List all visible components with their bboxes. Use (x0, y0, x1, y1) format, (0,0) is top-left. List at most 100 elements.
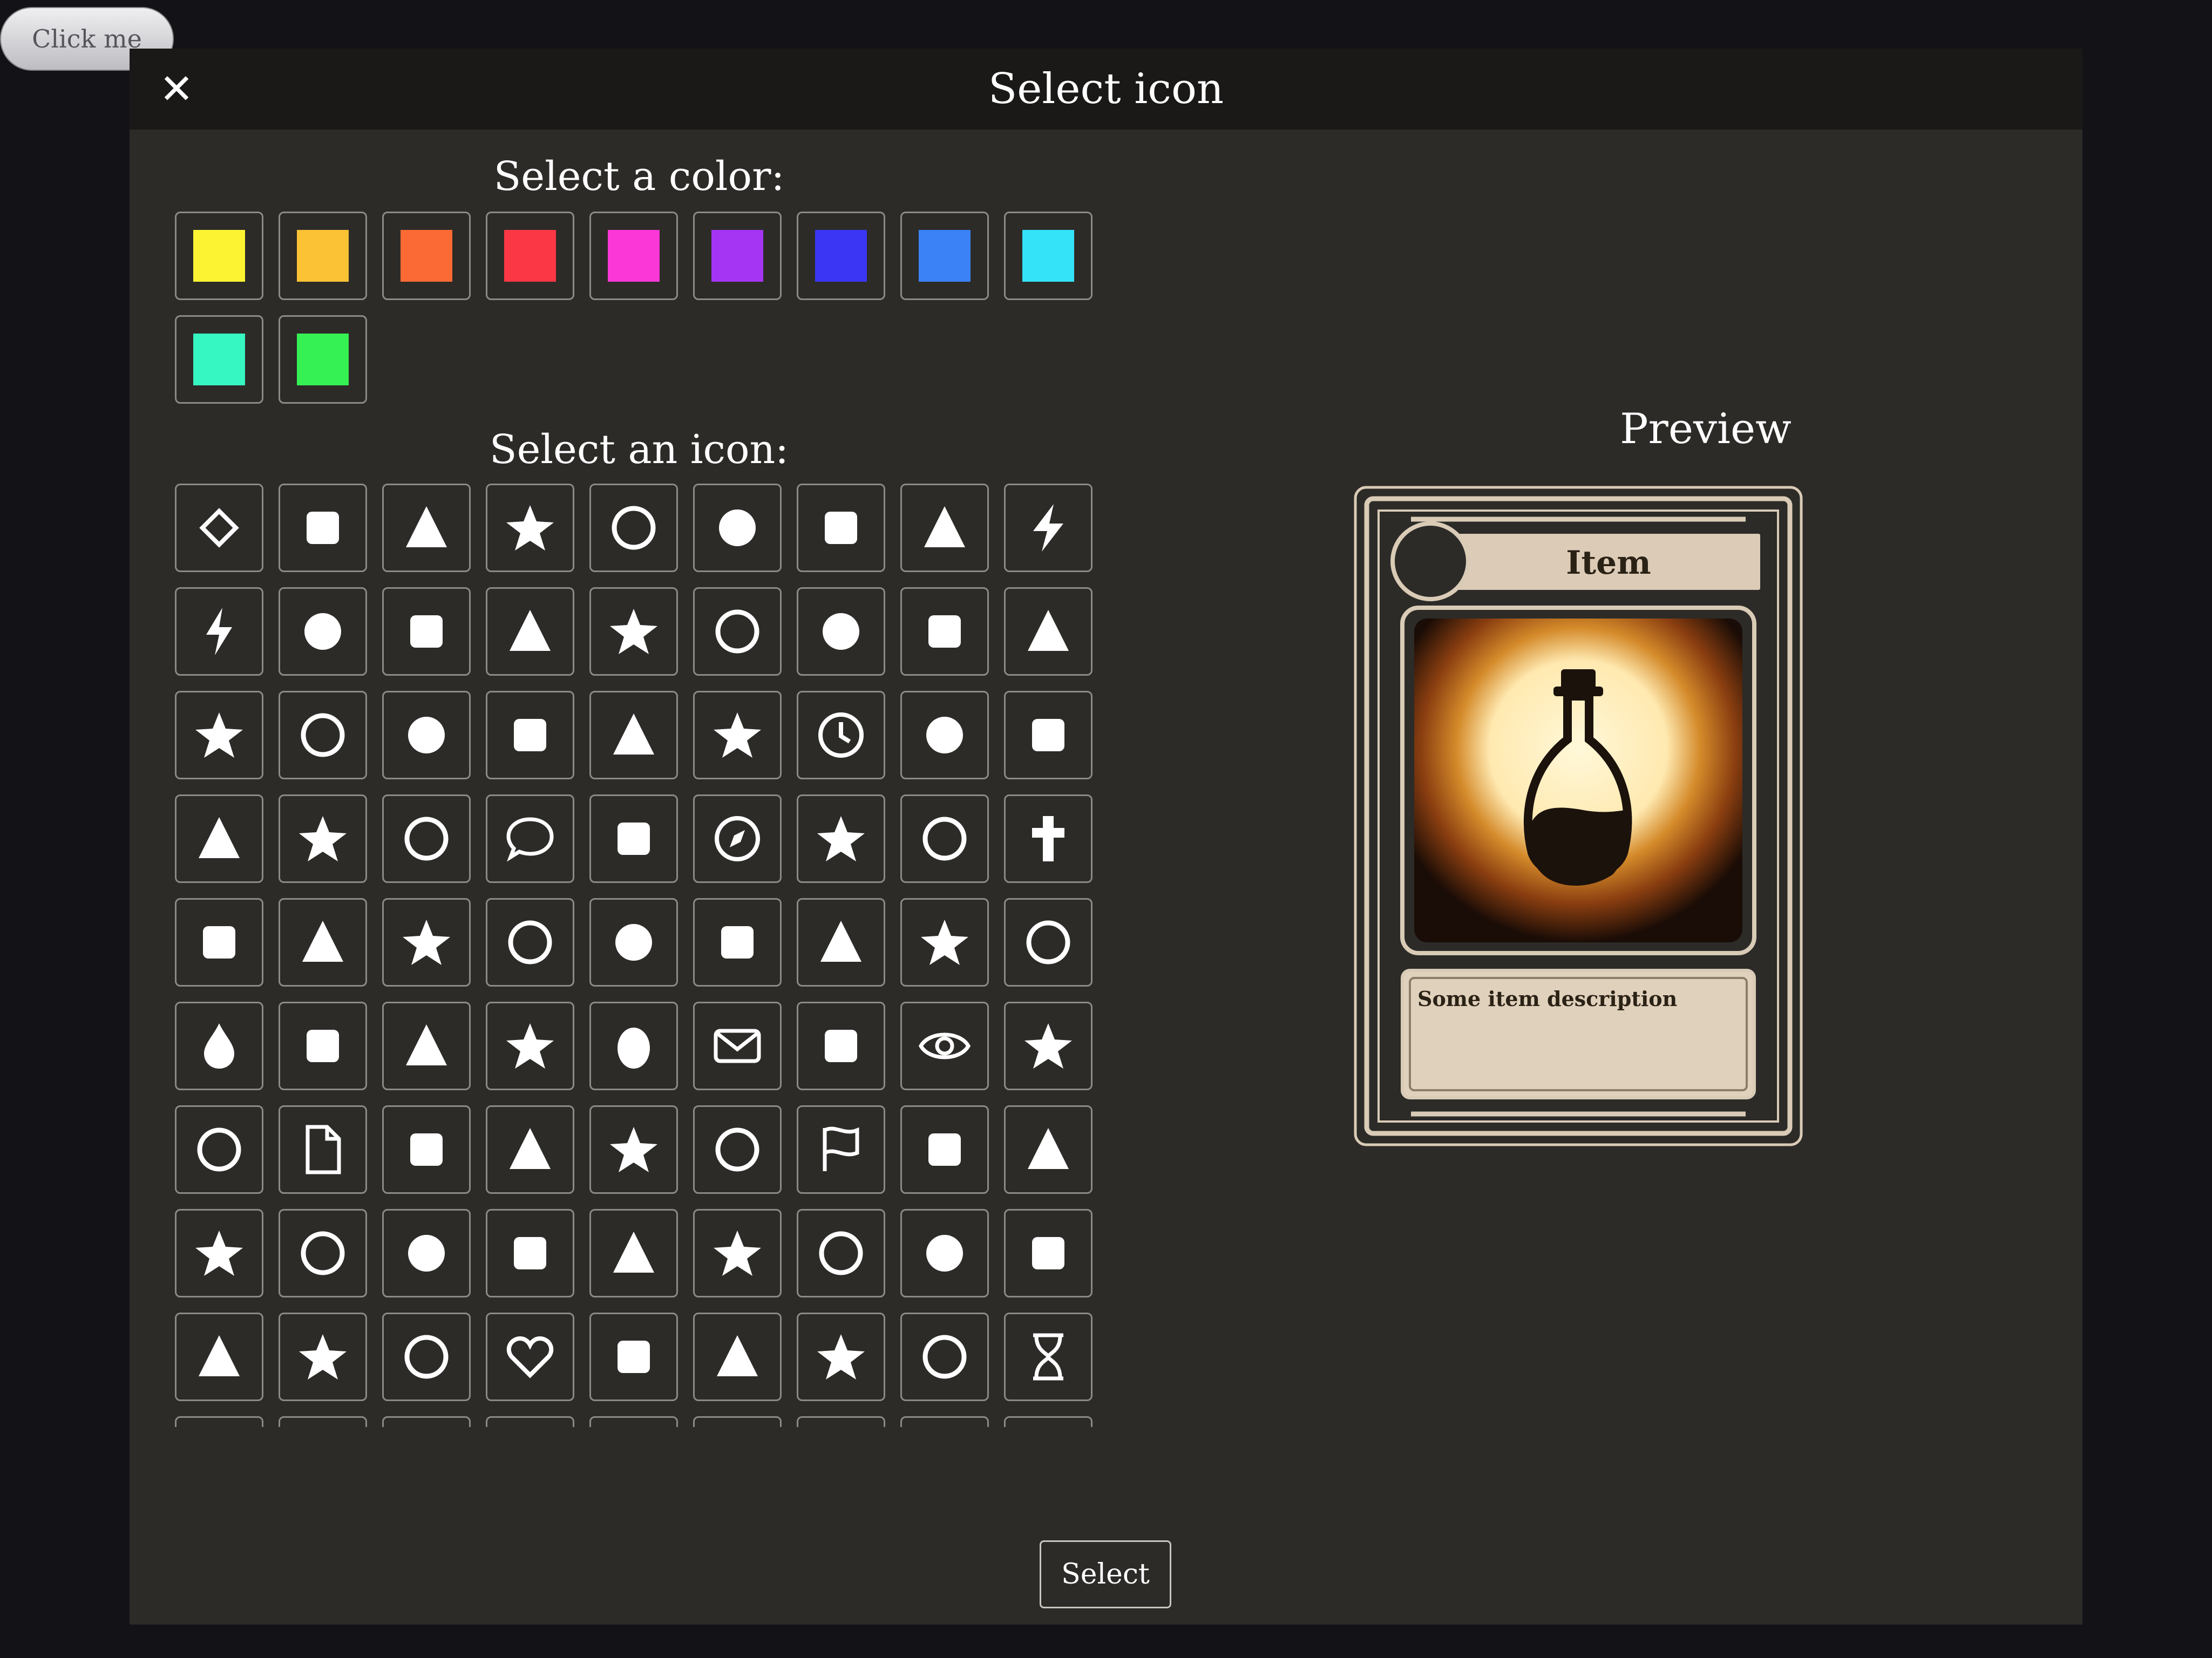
icon-option[interactable] (589, 484, 678, 572)
icon-option[interactable] (589, 794, 678, 883)
icon-option[interactable] (175, 1105, 263, 1194)
icon-option[interactable] (175, 484, 263, 572)
icon-option[interactable] (589, 691, 678, 779)
icon-option[interactable] (1004, 691, 1093, 779)
icon-option[interactable] (175, 1416, 263, 1427)
icon-option[interactable] (486, 1416, 574, 1427)
icon-option[interactable] (797, 794, 885, 883)
icon-option[interactable] (589, 1209, 678, 1297)
icon-option[interactable] (797, 898, 885, 987)
icon-option[interactable] (693, 691, 782, 779)
icon-option[interactable] (900, 1105, 989, 1194)
icon-option[interactable] (382, 587, 471, 676)
color-swatch[interactable] (175, 212, 263, 300)
icon-option[interactable] (175, 1002, 263, 1090)
icon-option[interactable] (900, 587, 989, 676)
icon-option[interactable] (279, 898, 367, 987)
icon-option[interactable] (382, 691, 471, 779)
color-swatch[interactable] (589, 212, 678, 300)
icon-option[interactable] (693, 484, 782, 572)
icon-option[interactable] (797, 1416, 885, 1427)
close-icon[interactable]: ✕ (152, 65, 201, 113)
icon-option[interactable] (589, 1105, 678, 1194)
icon-option[interactable] (693, 1416, 782, 1427)
icon-option[interactable] (589, 1002, 678, 1090)
icon-option[interactable] (175, 587, 263, 676)
icon-option[interactable] (382, 898, 471, 987)
color-swatch[interactable] (1004, 212, 1093, 300)
icon-option[interactable] (382, 484, 471, 572)
icon-option[interactable] (1004, 898, 1093, 987)
icon-option[interactable] (382, 1416, 471, 1427)
icon-option[interactable] (279, 587, 367, 676)
icon-option[interactable] (382, 1002, 471, 1090)
icon-option[interactable] (589, 898, 678, 987)
icon-option[interactable] (279, 1416, 367, 1427)
icon-option[interactable] (900, 1209, 989, 1297)
icon-option[interactable] (1004, 1313, 1093, 1401)
color-swatch[interactable] (900, 212, 989, 300)
icon-option[interactable] (797, 484, 885, 572)
icon-option[interactable] (900, 1416, 989, 1427)
icon-option[interactable] (1004, 1105, 1093, 1194)
icon-option[interactable] (279, 1313, 367, 1401)
icon-option[interactable] (1004, 794, 1093, 883)
icon-option[interactable] (486, 1209, 574, 1297)
icon-option[interactable] (486, 587, 574, 676)
icon-option[interactable] (693, 1313, 782, 1401)
color-swatch[interactable] (797, 212, 885, 300)
icon-option[interactable] (693, 1105, 782, 1194)
icon-option[interactable] (900, 1002, 989, 1090)
icon-grid[interactable] (175, 484, 1103, 1427)
icon-option[interactable] (382, 1313, 471, 1401)
icon-option[interactable] (693, 898, 782, 987)
icon-option[interactable] (382, 1105, 471, 1194)
icon-option[interactable] (900, 794, 989, 883)
icon-option[interactable] (175, 898, 263, 987)
icon-option[interactable] (486, 794, 574, 883)
icon-option[interactable] (279, 691, 367, 779)
icon-option[interactable] (486, 1105, 574, 1194)
icon-option[interactable] (279, 484, 367, 572)
icon-option[interactable] (589, 1416, 678, 1427)
icon-option[interactable] (1004, 1209, 1093, 1297)
icon-option[interactable] (693, 587, 782, 676)
icon-option[interactable] (900, 898, 989, 987)
color-swatch[interactable] (279, 315, 367, 404)
icon-option[interactable] (486, 1313, 574, 1401)
icon-option[interactable] (797, 1002, 885, 1090)
icon-option[interactable] (693, 794, 782, 883)
icon-option[interactable] (382, 1209, 471, 1297)
icon-option[interactable] (797, 1313, 885, 1401)
icon-option[interactable] (486, 484, 574, 572)
icon-option[interactable] (797, 587, 885, 676)
icon-option[interactable] (279, 1209, 367, 1297)
icon-option[interactable] (175, 1209, 263, 1297)
icon-option[interactable] (279, 1105, 367, 1194)
icon-option[interactable] (486, 1002, 574, 1090)
select-button[interactable]: Select (1040, 1540, 1171, 1608)
icon-option[interactable] (175, 794, 263, 883)
icon-option[interactable] (589, 1313, 678, 1401)
color-swatch[interactable] (279, 212, 367, 300)
icon-option[interactable] (693, 1209, 782, 1297)
icon-option[interactable] (486, 898, 574, 987)
icon-option[interactable] (1004, 484, 1093, 572)
icon-option[interactable] (279, 1002, 367, 1090)
icon-option[interactable] (693, 1002, 782, 1090)
color-swatch[interactable] (175, 315, 263, 404)
icon-option[interactable] (279, 794, 367, 883)
icon-option[interactable] (797, 1105, 885, 1194)
color-swatch[interactable] (382, 212, 471, 300)
icon-option[interactable] (382, 794, 471, 883)
icon-option[interactable] (900, 691, 989, 779)
icon-option[interactable] (1004, 1002, 1093, 1090)
icon-option[interactable] (589, 587, 678, 676)
icon-option[interactable] (797, 691, 885, 779)
color-swatch[interactable] (693, 212, 782, 300)
icon-option[interactable] (1004, 587, 1093, 676)
icon-option[interactable] (797, 1209, 885, 1297)
icon-option[interactable] (900, 1313, 989, 1401)
icon-option[interactable] (1004, 1416, 1093, 1427)
icon-option[interactable] (175, 1313, 263, 1401)
